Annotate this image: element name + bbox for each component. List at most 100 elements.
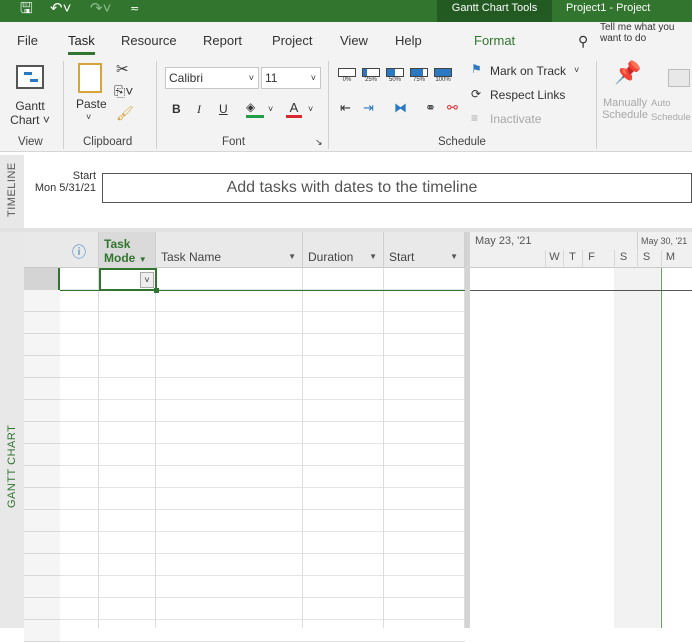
row-header[interactable]	[24, 422, 60, 444]
column-line	[99, 268, 156, 628]
start-label: Start	[72, 170, 96, 182]
row-header[interactable]	[24, 510, 60, 532]
save-icon[interactable]: 🖫	[20, 1, 33, 17]
task-mode-dropdown-icon[interactable]: ˅	[140, 272, 154, 288]
timeline-bar[interactable]: Add tasks with dates to the timeline	[102, 173, 692, 203]
indent-icon[interactable]: ⇥	[363, 100, 374, 116]
start-column-header[interactable]: Start ▼	[384, 232, 465, 268]
row-header[interactable]	[24, 378, 60, 400]
column-line	[156, 268, 303, 628]
row-header[interactable]	[24, 532, 60, 554]
start-date: Mon 5/31/21	[34, 182, 96, 194]
tab-report[interactable]: Report	[203, 33, 242, 48]
divider	[328, 61, 329, 149]
gantt-chart-button[interactable]: Gantt Chart ˅	[8, 99, 52, 127]
tab-resource[interactable]: Resource	[121, 33, 177, 48]
percent-complete-2-button[interactable]: 50%	[386, 68, 404, 83]
timeline-side-bar: TIMELINE	[0, 155, 24, 228]
timescale-day: T	[563, 250, 581, 268]
redo-icon[interactable]: ↷˅	[90, 1, 111, 17]
ribbon-tabs: File Task Resource Report Project View H…	[0, 22, 692, 55]
timescale-day: S	[637, 250, 655, 268]
auto-schedule-icon	[668, 69, 690, 87]
row-header[interactable]	[24, 400, 60, 422]
font-dialog-launcher-icon[interactable]: ↘	[315, 137, 323, 148]
row-header[interactable]	[24, 554, 60, 576]
customize-toolbar-icon[interactable]: ≂	[130, 1, 139, 17]
font-size-select[interactable]: 11 ˅	[261, 67, 321, 89]
cut-icon[interactable]: ✂	[116, 60, 129, 78]
paste-icon	[78, 63, 102, 93]
tab-format[interactable]: Format	[474, 33, 515, 48]
format-painter-icon[interactable]: 🖌	[116, 105, 134, 122]
search-icon[interactable]: ⚲	[578, 33, 588, 50]
tab-view[interactable]: View	[340, 33, 368, 48]
row-header[interactable]	[24, 312, 60, 334]
row-header[interactable]	[24, 620, 60, 642]
font-name-select[interactable]: Calibri ˅	[165, 67, 259, 89]
font-color-button[interactable]: A	[286, 100, 302, 118]
ribbon: Gantt Chart ˅ View Paste ˅ ✂ ⎘˅ 🖌 Clipbo…	[0, 55, 692, 152]
timescale-day: S	[614, 250, 632, 268]
row-header[interactable]	[24, 488, 60, 510]
duration-column-header[interactable]: Duration ▼	[303, 232, 384, 268]
view-bar: GANTT CHART	[0, 232, 24, 628]
underline-button[interactable]: U	[219, 102, 228, 116]
group-font-label: Font	[222, 136, 246, 148]
link-tasks-icon[interactable]: ⚭	[425, 100, 436, 116]
row-header[interactable]	[24, 356, 60, 378]
undo-icon[interactable]: ↶˅	[50, 1, 71, 17]
gantt-timescale-header: May 23, '21 May 30, '21	[470, 232, 692, 268]
percent-complete-4-button[interactable]: 100%	[434, 68, 452, 83]
inactivate-button[interactable]: Inactivate	[490, 112, 541, 126]
inactivate-icon: ≡	[471, 111, 479, 125]
row-header[interactable]	[24, 466, 60, 488]
auto-schedule-button[interactable]: Auto Schedule	[651, 97, 692, 125]
split-task-icon[interactable]: ⧓	[394, 100, 407, 116]
gantt-chart-area[interactable]	[470, 268, 692, 628]
highlight-color-button[interactable]: ◈	[246, 100, 264, 118]
indicators-column-header[interactable]: ⓘ	[60, 232, 99, 268]
row-header[interactable]	[24, 576, 60, 598]
paste-dropdown-icon[interactable]: ˅	[86, 112, 91, 122]
tab-file[interactable]: File	[17, 33, 38, 48]
gantt-label: Gantt	[15, 99, 45, 113]
row-header[interactable]	[24, 444, 60, 466]
tell-me-input[interactable]: Tell me what you want to do	[600, 22, 692, 44]
timescale-day: M	[661, 250, 679, 268]
selected-row-header[interactable]	[24, 268, 60, 290]
tab-help[interactable]: Help	[395, 33, 422, 48]
gantt-chart-icon	[16, 65, 44, 89]
row-header[interactable]	[24, 598, 60, 620]
paste-button[interactable]: Paste	[76, 97, 107, 111]
percent-complete-3-button[interactable]: 75%	[410, 68, 428, 83]
row-header[interactable]	[24, 334, 60, 356]
font-color-dropdown-icon[interactable]: ˅	[308, 104, 313, 114]
tab-task[interactable]: Task	[68, 33, 95, 55]
mark-on-track-button[interactable]: Mark on Track	[490, 64, 566, 78]
respect-links-button[interactable]: Respect Links	[490, 88, 565, 102]
tab-project[interactable]: Project	[272, 33, 312, 48]
gantt-chart-view-label: GANTT CHART	[6, 424, 18, 508]
percent-complete-1-button[interactable]: 25%	[362, 68, 380, 83]
bold-button[interactable]: B	[172, 102, 181, 116]
task-mode-column-header[interactable]: Task Mode ▼	[99, 232, 156, 268]
copy-icon[interactable]: ⎘˅	[114, 83, 133, 100]
mark-on-track-dropdown-icon[interactable]: ˅	[574, 65, 579, 75]
column-line	[384, 268, 465, 628]
row-header[interactable]	[24, 290, 60, 312]
timeline-start: Start Mon 5/31/21	[28, 170, 96, 194]
divider	[156, 61, 157, 149]
timeline-label: TIMELINE	[6, 162, 18, 217]
outdent-icon[interactable]: ⇤	[340, 100, 351, 116]
group-schedule-label: Schedule	[438, 136, 486, 148]
unlink-tasks-icon[interactable]: ⚯	[447, 100, 458, 116]
column-line	[60, 268, 99, 628]
manually-schedule-button[interactable]: Manually Schedule	[601, 97, 649, 121]
italic-button[interactable]: I	[197, 102, 201, 117]
task-name-column-header[interactable]: Task Name ▼	[156, 232, 303, 268]
mark-on-track-icon: ⚑	[471, 62, 482, 76]
task-mode-cell-selected[interactable]: ˅	[99, 268, 159, 293]
highlight-dropdown-icon[interactable]: ˅	[268, 104, 273, 114]
percent-complete-0-button[interactable]: 0%	[338, 68, 356, 83]
